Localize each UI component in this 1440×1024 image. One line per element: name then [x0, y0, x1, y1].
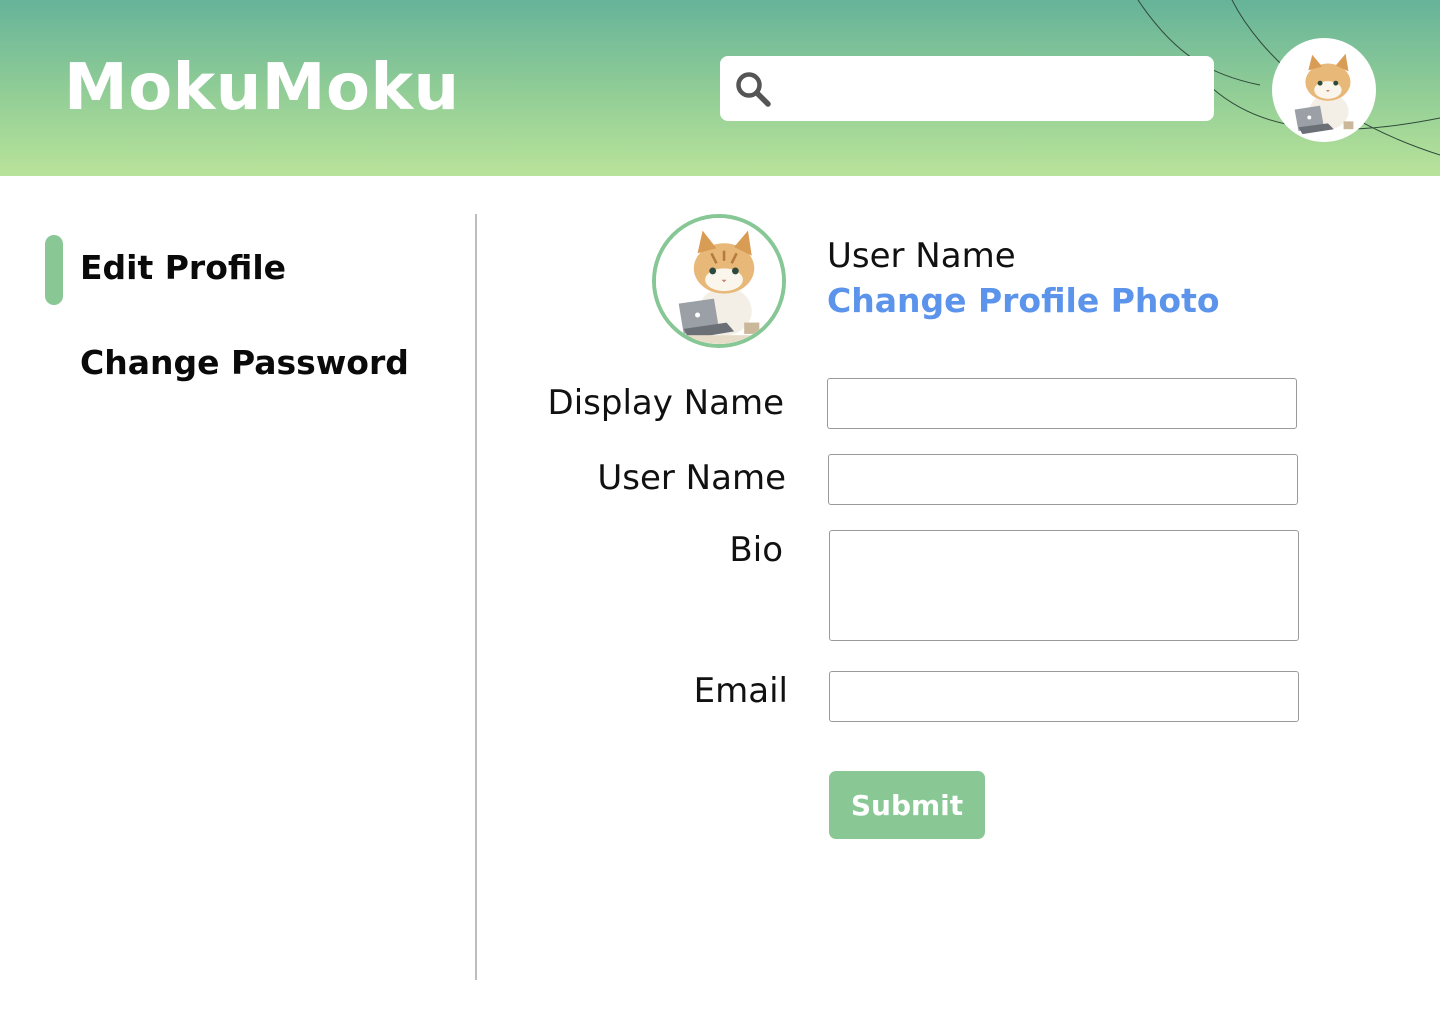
user-name-field[interactable] [828, 454, 1298, 505]
change-profile-photo-link[interactable]: Change Profile Photo [827, 281, 1220, 320]
display-name-field[interactable] [827, 378, 1297, 429]
header-avatar[interactable] [1272, 38, 1376, 142]
display-name-label: Display Name [547, 383, 784, 423]
bio-label: Bio [729, 530, 783, 570]
sidebar-item-change-password[interactable]: Change Password [80, 343, 409, 382]
profile-username: User Name [827, 236, 1016, 276]
search-icon[interactable] [733, 69, 773, 109]
search-input[interactable] [782, 62, 1202, 114]
email-label: Email [693, 671, 788, 711]
vertical-divider [475, 214, 477, 980]
email-field[interactable] [829, 671, 1299, 722]
bio-textarea[interactable] [829, 530, 1299, 641]
submit-button[interactable]: Submit [829, 771, 985, 839]
user-name-label: User Name [597, 458, 786, 498]
cat-avatar-icon [656, 218, 782, 344]
cat-avatar-icon [1275, 41, 1373, 139]
app-logo[interactable]: MokuMoku [64, 50, 460, 126]
active-nav-indicator [45, 235, 63, 305]
sidebar-item-edit-profile[interactable]: Edit Profile [80, 248, 286, 287]
profile-avatar[interactable] [652, 214, 786, 348]
